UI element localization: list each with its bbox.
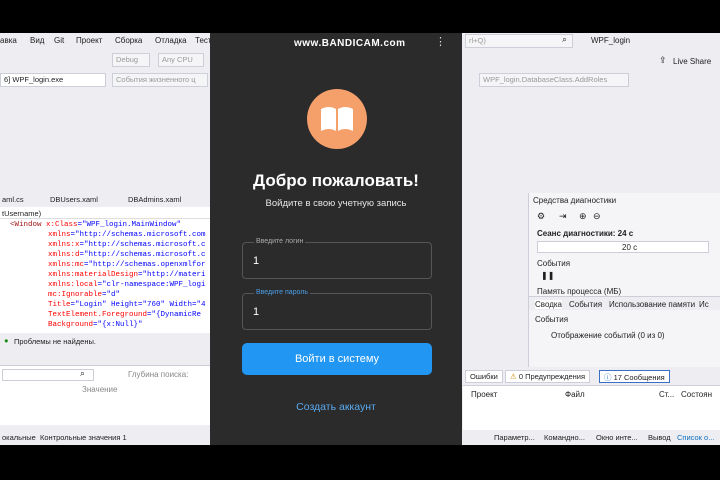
document-tabs: aml.cs DBUsers.xaml DBAdmins.xaml	[0, 193, 210, 205]
problems-status: Проблемы не найдены.	[14, 337, 96, 346]
editor-status-bar: ● Проблемы не найдены.	[0, 335, 210, 347]
diagnostics-title: Средства диагностики	[533, 196, 617, 205]
code-line: xmlns:materialDesign="http://materi	[48, 271, 206, 279]
tab-output[interactable]: Вывод	[648, 433, 671, 442]
search-icon[interactable]: ⌕	[562, 34, 567, 45]
tab-cpu[interactable]: Ис	[699, 300, 709, 309]
memory-section-label: Память процесса (МБ)	[537, 287, 622, 296]
warning-icon: ⚠	[510, 372, 517, 381]
pause-icon[interactable]: ❚❚	[541, 271, 554, 280]
col-state[interactable]: Состоян	[681, 390, 712, 399]
stack-frame-combo[interactable]: WPF_login.DatabaseClass.AddRoles	[479, 73, 629, 87]
events-item: Отображение событий (0 из 0)	[551, 331, 665, 340]
title-search-area: rl+Q) ⌕ WPF_login ⇪ Live Share	[463, 33, 720, 71]
tab-parameters[interactable]: Параметр...	[494, 433, 535, 442]
password-field[interactable]: 1	[242, 293, 432, 330]
menu-item-debug[interactable]: Отладка	[155, 36, 187, 45]
live-share-button[interactable]: Live Share	[673, 57, 711, 66]
col-line[interactable]: Ст...	[659, 390, 674, 399]
create-account-link[interactable]: Создать аккаунт	[210, 401, 462, 413]
code-line: xmlns:mc="http://schemas.openxmlfor	[48, 261, 206, 269]
config-combo[interactable]: Debug	[112, 53, 150, 67]
warnings-filter-button[interactable]: ⚠ 0 Предупреждения	[505, 370, 591, 383]
code-line: TextElement.Foreground="{DynamicRe	[48, 311, 202, 319]
tab-dbadmins-xaml[interactable]: DBAdmins.xaml	[128, 195, 181, 204]
check-circle-icon: ●	[4, 336, 9, 345]
info-icon: ⓘ	[604, 373, 612, 382]
error-list-toolbar: Ошибки ⚠ 0 Предупреждения ⓘ 17 Сообщения	[463, 367, 720, 385]
code-line: <Window x:Class="WPF_login.MainWindow"	[10, 221, 182, 229]
col-project[interactable]: Проект	[471, 390, 497, 399]
debug-location-bar: 6] WPF_login.exe События жизненного ц	[0, 71, 210, 89]
lifecycle-combo[interactable]: События жизненного ц	[112, 73, 208, 87]
login-field-label: Введите логин	[254, 238, 306, 245]
diagnostics-panel: Средства диагностики ⚙ ⇥ ⊕ ⊖ Сеанс диагн…	[528, 193, 720, 381]
login-value: 1	[253, 255, 260, 267]
solution-name: WPF_login	[591, 36, 631, 45]
tab-summary[interactable]: Сводка	[535, 300, 563, 309]
zoom-in-icon[interactable]: ⊕	[579, 211, 587, 222]
code-line: xmlns:d="http://schemas.microsoft.c	[48, 251, 206, 259]
more-options-icon[interactable]: ⋮	[435, 35, 446, 48]
diagnostics-tabs: Сводка События Использование памяти Ис	[529, 296, 720, 310]
tab-error-list[interactable]: Список о...	[677, 433, 714, 442]
tab-watch-1[interactable]: Контрольные значения 1	[40, 433, 127, 442]
events-header: События	[535, 315, 569, 324]
code-line: mc:Ignorable="d"	[48, 291, 121, 299]
code-line: xmlns="http://schemas.microsoft.com	[48, 231, 206, 239]
menu-item-edit[interactable]: авка	[0, 36, 17, 45]
login-app-window: www.BANDICAM.com ⋮ Добро пожаловать! Вой…	[210, 33, 462, 445]
welcome-title: Добро пожаловать!	[253, 171, 419, 190]
code-line: Title="Login" Height="760" Width="4	[48, 301, 206, 309]
login-button[interactable]: Войти в систему	[242, 343, 432, 375]
process-combo[interactable]: 6] WPF_login.exe	[0, 73, 106, 87]
left-empty-area	[0, 101, 210, 189]
code-line: Background="{x:Null}"	[48, 321, 143, 329]
menu-item-git[interactable]: Git	[54, 36, 64, 45]
tab-mainwindow-cs[interactable]: aml.cs	[2, 195, 24, 204]
search-box[interactable]: rl+Q)	[465, 34, 573, 48]
code-editor[interactable]: <Window x:Class="WPF_login.MainWindow" x…	[0, 219, 210, 333]
live-share-icon[interactable]: ⇪	[659, 55, 667, 66]
search-icon[interactable]: ⌕	[80, 368, 85, 379]
messages-filter-button[interactable]: ⓘ 17 Сообщения	[599, 370, 670, 383]
tab-dbusers-xaml[interactable]: DBUsers.xaml	[50, 195, 98, 204]
value-column-header: Значение	[82, 385, 118, 394]
tab-locals[interactable]: окальные	[2, 433, 36, 442]
errors-filter-button[interactable]: Ошибки	[465, 370, 503, 383]
tab-memory-usage[interactable]: Использование памяти	[609, 300, 695, 309]
zoom-out-icon[interactable]: ⊖	[593, 211, 601, 222]
screen: авка Вид Git Проект Сборка Отладка Тест …	[0, 0, 720, 480]
tab-command[interactable]: Командно...	[544, 433, 585, 442]
password-field-label: Введите пароль	[254, 289, 311, 296]
code-line: xmlns:x="http://schemas.microsoft.c	[48, 241, 206, 249]
timeline-ruler[interactable]: 20 с	[537, 241, 709, 253]
events-section-label: События	[537, 259, 571, 268]
code-line: xmlns:local="clr-namespace:WPF_logi	[48, 281, 206, 289]
book-logo-icon	[307, 89, 367, 149]
autos-panel: ⌕ Глубина поиска: Значение	[0, 365, 210, 425]
menu-item-project[interactable]: Проект	[76, 36, 102, 45]
export-icon[interactable]: ⇥	[559, 211, 567, 222]
welcome-subtitle: Войдите в свою учетную запись	[265, 198, 407, 209]
gear-icon[interactable]: ⚙	[537, 211, 545, 222]
login-field[interactable]: 1	[242, 242, 432, 279]
tab-events[interactable]: События	[569, 300, 602, 309]
password-value: 1	[253, 306, 260, 318]
col-file[interactable]: Файл	[565, 390, 585, 399]
tab-immediate[interactable]: Окно инте...	[596, 433, 638, 442]
search-depth-label: Глубина поиска:	[128, 370, 189, 379]
session-label: Сеанс диагностики: 24 с	[537, 229, 634, 238]
platform-combo[interactable]: Any CPU	[158, 53, 204, 67]
menu-item-view[interactable]: Вид	[30, 36, 44, 45]
error-list-table: Проект Файл Ст... Состоян	[463, 385, 720, 430]
menu-item-build[interactable]: Сборка	[115, 36, 142, 45]
bandicam-watermark: www.BANDICAM.com	[294, 38, 406, 49]
member-combo[interactable]: tUsername)	[0, 207, 210, 219]
